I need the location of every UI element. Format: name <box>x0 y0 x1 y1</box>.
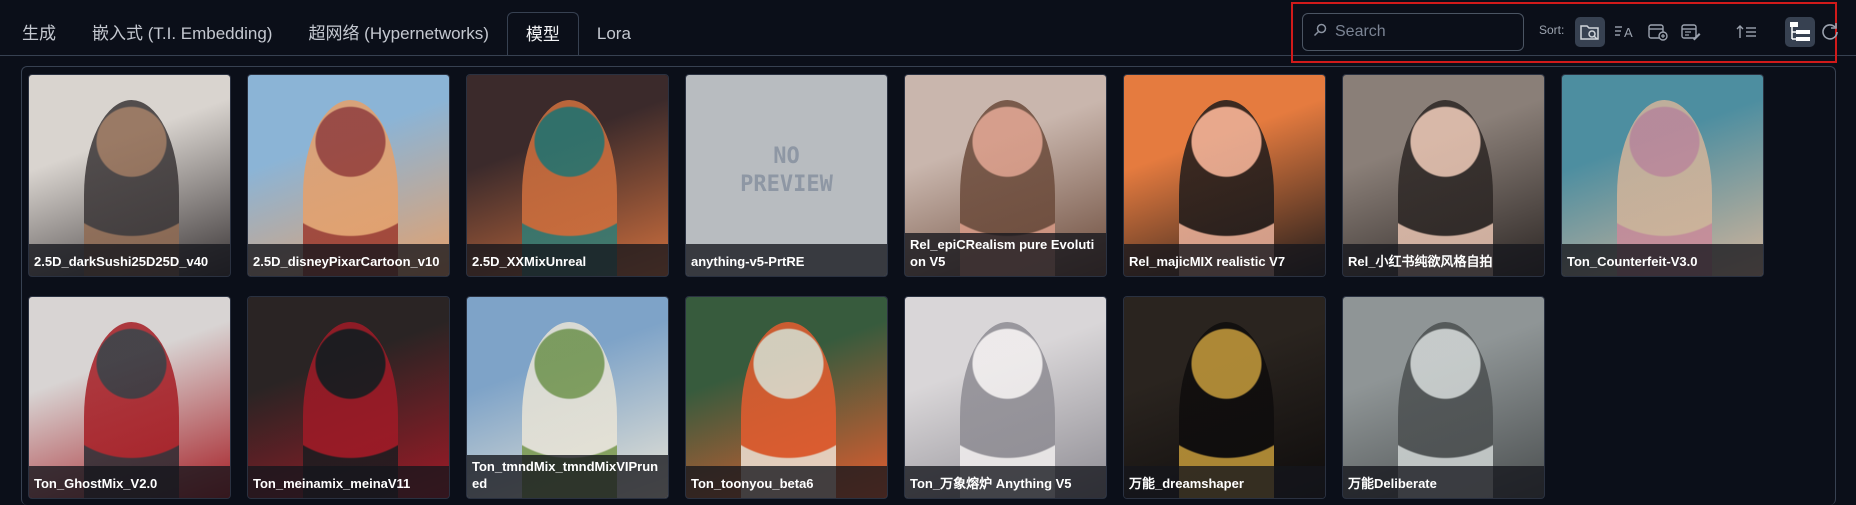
model-caption: 万能_dreamshaper <box>1124 466 1325 498</box>
tab-bar: 生成 嵌入式 (T.I. Embedding) 超网络 (Hypernetwor… <box>4 12 649 56</box>
no-preview-placeholder: NO PREVIEW <box>740 144 833 197</box>
top-bar: 生成 嵌入式 (T.I. Embedding) 超网络 (Hypernetwor… <box>0 0 1856 63</box>
model-caption: 2.5D_XXMixUnreal <box>467 244 668 276</box>
model-card[interactable]: 2.5D_darkSushi25D25D_v40 <box>28 74 231 277</box>
model-card[interactable]: Ton_toonyou_beta6 <box>685 296 888 499</box>
model-name: Ton_Counterfeit-V3.0 <box>1567 254 1698 269</box>
model-card[interactable]: Ton_tmndMix_tmndMixVIPruned <box>466 296 669 499</box>
model-name: 2.5D_disneyPixarCartoon_v10 <box>253 254 440 269</box>
model-name: Rel_epiCRealism pure Evolution V5 <box>910 237 1095 269</box>
sort-direction-icon[interactable] <box>1732 17 1762 47</box>
model-name: Ton_tmndMix_tmndMixVIPruned <box>472 459 659 491</box>
search-folder-icon[interactable] <box>1575 17 1605 47</box>
model-card[interactable]: 2.5D_XXMixUnreal <box>466 74 669 277</box>
model-card[interactable]: Ton_万象熔炉 Anything V5 <box>904 296 1107 499</box>
model-caption: Ton_toonyou_beta6 <box>686 466 887 498</box>
model-card[interactable]: Ton_Counterfeit-V3.0 <box>1561 74 1764 277</box>
model-card[interactable]: Rel_epiCRealism pure Evolution V5 <box>904 74 1107 277</box>
tree-view-icon[interactable] <box>1785 17 1815 47</box>
model-caption: Ton_Counterfeit-V3.0 <box>1562 244 1763 276</box>
model-name: anything-v5-PrtRE <box>691 254 805 269</box>
model-caption: Ton_万象熔炉 Anything V5 <box>905 466 1106 498</box>
tab-hypernetworks[interactable]: 超网络 (Hypernetworks) <box>290 12 506 56</box>
model-name: Rel_小红书纯欲风格自拍 <box>1348 254 1493 269</box>
tab-models[interactable]: 模型 <box>506 12 579 56</box>
model-caption: Rel_小红书纯欲风格自拍 <box>1343 244 1544 276</box>
svg-text:A: A <box>1624 25 1633 40</box>
model-caption: Ton_meinamix_meinaV11 <box>248 466 449 498</box>
model-name: Ton_GhostMix_V2.0 <box>34 476 158 491</box>
tab-lora[interactable]: Lora <box>579 12 649 56</box>
model-card-grid: 2.5D_darkSushi25D25D_v40 2.5D_disneyPixar… <box>21 66 1836 505</box>
model-name: Ton_meinamix_meinaV11 <box>253 476 411 491</box>
model-card[interactable]: Rel_小红书纯欲风格自拍 <box>1342 74 1545 277</box>
model-name: Ton_toonyou_beta6 <box>691 476 814 491</box>
model-caption: Ton_tmndMix_tmndMixVIPruned <box>467 455 668 498</box>
model-card[interactable]: Ton_meinamix_meinaV11 <box>247 296 450 499</box>
model-card[interactable]: NO PREVIEW anything-v5-PrtRE <box>685 74 888 277</box>
refresh-icon[interactable] <box>1818 17 1842 47</box>
search-box[interactable] <box>1302 13 1524 51</box>
tab-embedding[interactable]: 嵌入式 (T.I. Embedding) <box>74 12 290 56</box>
model-caption: anything-v5-PrtRE <box>686 244 887 276</box>
model-card[interactable]: Ton_GhostMix_V2.0 <box>28 296 231 499</box>
model-name: 万能_dreamshaper <box>1129 476 1244 491</box>
model-card[interactable]: Rel_majicMIX realistic V7 <box>1123 74 1326 277</box>
model-caption: Rel_majicMIX realistic V7 <box>1124 244 1325 276</box>
model-card[interactable]: 2.5D_disneyPixarCartoon_v10 <box>247 74 450 277</box>
model-caption: 2.5D_darkSushi25D25D_v40 <box>29 244 230 276</box>
sort-by-date-created-icon[interactable] <box>1643 17 1673 47</box>
sort-by-date-modified-icon[interactable] <box>1676 17 1706 47</box>
model-caption: 2.5D_disneyPixarCartoon_v10 <box>248 244 449 276</box>
sort-label: Sort: <box>1539 23 1565 37</box>
search-input[interactable] <box>1335 23 1515 41</box>
model-caption: Ton_GhostMix_V2.0 <box>29 466 230 498</box>
model-caption: 万能Deliberate <box>1343 466 1544 498</box>
model-name: 万能Deliberate <box>1348 476 1437 491</box>
tab-generate[interactable]: 生成 <box>4 12 74 56</box>
sort-by-name-icon[interactable]: A <box>1610 17 1640 47</box>
search-icon <box>1313 23 1327 42</box>
model-caption: Rel_epiCRealism pure Evolution V5 <box>905 233 1106 276</box>
model-name: 2.5D_XXMixUnreal <box>472 254 587 269</box>
model-card[interactable]: 万能_dreamshaper <box>1123 296 1326 499</box>
model-name: Rel_majicMIX realistic V7 <box>1129 254 1286 269</box>
model-card[interactable]: 万能Deliberate <box>1342 296 1545 499</box>
model-name: 2.5D_darkSushi25D25D_v40 <box>34 254 209 269</box>
model-name: Ton_万象熔炉 Anything V5 <box>910 476 1072 491</box>
